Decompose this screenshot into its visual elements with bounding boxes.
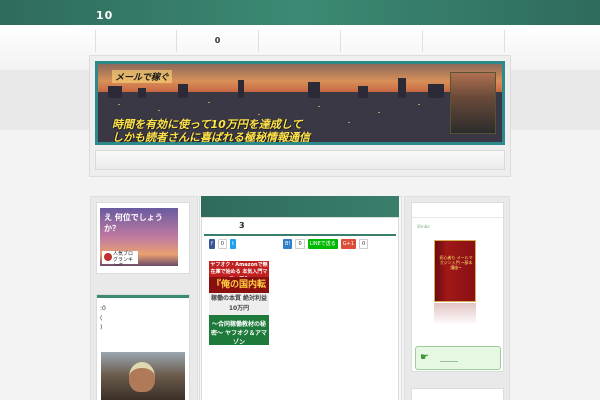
promo-banner-bottom: 〜合同稼働教材の秘密〜 ヤフオク＆アマゾン	[209, 315, 269, 345]
site-number[interactable]: 10	[96, 9, 113, 22]
article-number: 3	[239, 221, 245, 230]
ranking-caption: え 何位でしょうか？	[104, 213, 163, 233]
ranking-badge: 人気ブログランキング	[102, 251, 138, 266]
profile-photo	[101, 352, 185, 400]
header-sub-bar	[95, 150, 505, 170]
profile-text-2: )	[100, 324, 103, 331]
profile-counter: :0	[100, 305, 106, 312]
ranking-banner[interactable]: え 何位でしょうか？ 人気ブログランキング	[100, 208, 178, 266]
bookmark-count: 0	[295, 239, 305, 249]
nav-item-3[interactable]	[259, 30, 341, 52]
promo-banner-top: ヤフオク・Amazonで無在庫で始める 本気入門マニュアル	[209, 261, 269, 277]
pointing-hand-icon: ☛	[420, 352, 429, 363]
nav-item-1[interactable]	[95, 30, 177, 52]
nav-item-2[interactable]: 0	[177, 30, 259, 52]
ebook-link-text[interactable]: ______	[440, 355, 458, 362]
ebook-link-box[interactable]: ☛ ______	[415, 346, 501, 370]
ebook-label: Shnbo	[417, 224, 430, 229]
facebook-count: 0	[217, 239, 227, 249]
gplus-button[interactable]: G+1	[340, 239, 357, 249]
banner-tagline: メールで稼ぐ	[112, 70, 173, 83]
twitter-icon[interactable]: t	[229, 239, 236, 249]
top-bar: 10	[0, 0, 600, 25]
nav-item-4[interactable]	[341, 30, 423, 52]
nav-item-5[interactable]	[423, 30, 505, 52]
promo-banner-mid: 稼働の本質 絶対利益10万円	[209, 293, 269, 315]
ebook-reflection	[434, 303, 476, 325]
share-buttons-left: f 0 t	[209, 239, 236, 249]
facebook-icon[interactable]: f	[209, 239, 215, 249]
article-divider	[204, 234, 396, 236]
right-widget-2	[411, 388, 504, 400]
header-banner[interactable]: メールで稼ぐ 時間を有効に使って10万円を達成して しかも読者さんに喜ばれる極秘…	[95, 61, 505, 145]
profile-text-1: (	[100, 315, 103, 322]
promo-banner-title: 『俺の国内転売』	[209, 277, 269, 293]
nav-menu: 0	[95, 30, 505, 52]
gplus-count: 0	[359, 239, 369, 249]
article-header	[201, 196, 399, 217]
author-portrait	[450, 72, 496, 134]
bookmark-icon[interactable]: B!	[283, 239, 293, 249]
ebook-cover[interactable]: 初心者も メールマガジン入門 ~基本講座~	[434, 240, 476, 302]
line-share-button[interactable]: LINEで送る	[307, 239, 338, 249]
ebook-title: 初心者も メールマガジン入門 ~基本講座~	[439, 255, 473, 270]
share-buttons-right: B! 0 LINEで送る G+1 0	[283, 239, 369, 249]
promo-banner[interactable]: ヤフオク・Amazonで無在庫で始める 本気入門マニュアル 『俺の国内転売』 稼…	[209, 261, 269, 345]
banner-headline-2: しかも読者さんに喜ばれる極秘情報通信	[112, 131, 310, 144]
